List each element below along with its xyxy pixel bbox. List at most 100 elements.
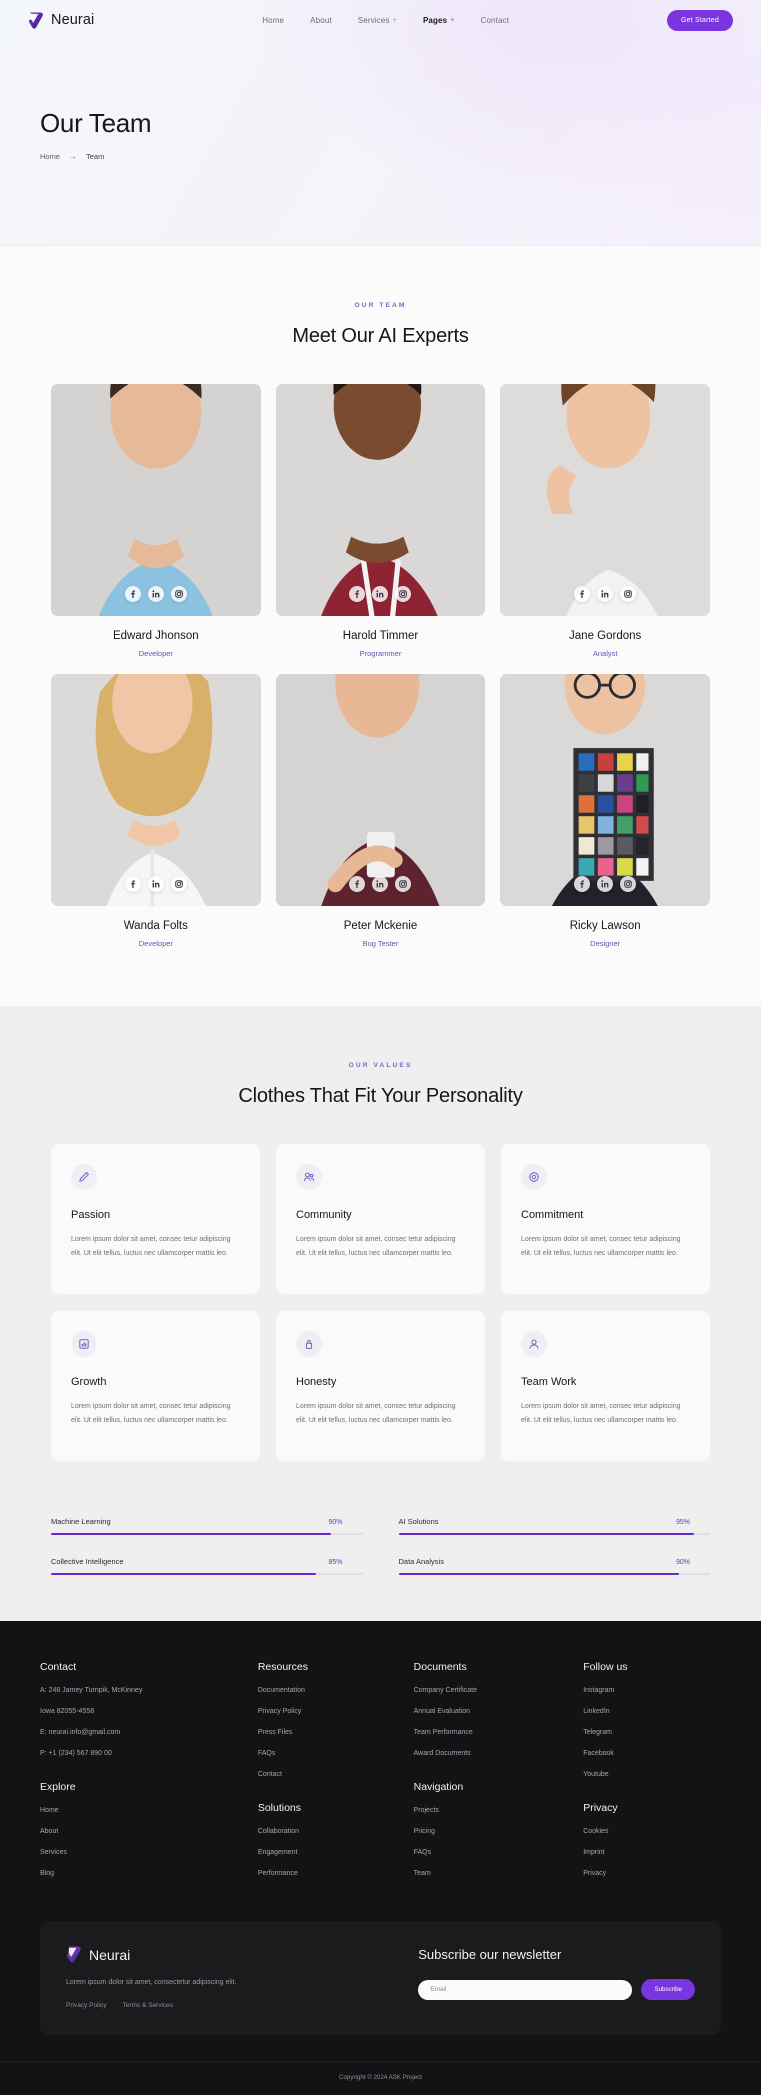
breadcrumb-current: Team	[86, 152, 105, 161]
footer-legal-privacy-policy[interactable]: Privacy Policy	[66, 2002, 106, 2009]
footer-link-privacy-policy[interactable]: Privacy Policy	[258, 1708, 396, 1715]
footer-link-company-certificate[interactable]: Company Certificate	[414, 1687, 566, 1694]
footer-link-pricing[interactable]: Pricing	[414, 1828, 566, 1835]
linkedin-icon[interactable]	[147, 876, 164, 892]
linkedin-icon[interactable]	[597, 586, 614, 602]
footer-link-annual-evaluation[interactable]: Annual Evaluation	[414, 1708, 566, 1715]
footer-link-about[interactable]: About	[40, 1828, 240, 1835]
skill-track	[398, 1533, 710, 1535]
page-root: Neurai Home About Services + Pages + Con…	[0, 0, 761, 2095]
skill-value: 90%	[675, 1559, 690, 1566]
skill-value: 85%	[328, 1559, 343, 1566]
team-member-card[interactable]: Ricky Lawson Designer	[500, 674, 710, 948]
footer-link-linkedin[interactable]: LinkedIn	[583, 1708, 721, 1715]
subscribe-button[interactable]: Subscribe	[641, 1979, 695, 2000]
team-member-role: Developer	[138, 649, 173, 658]
nav-item-about[interactable]: About	[310, 16, 332, 25]
footer-link-press-files[interactable]: Press Files	[258, 1729, 396, 1736]
footer-link-faqs[interactable]: FAQs	[258, 1750, 396, 1757]
team-member-card[interactable]: Wanda Folts Developer	[51, 674, 261, 948]
instagram-icon[interactable]	[395, 876, 412, 892]
values-section-title: Clothes That Fit Your Personality	[238, 1085, 523, 1107]
copyright-text: Copyright © 2024 ASK Project	[0, 2061, 761, 2095]
footer-link-team-performance[interactable]: Team Performance	[414, 1729, 566, 1736]
footer-link-privacy[interactable]: Privacy	[583, 1870, 721, 1877]
footer-link-instagram[interactable]: Instagram	[583, 1687, 721, 1694]
value-card-growth: Growth Lorem ipsum dolor sit amet, conse…	[51, 1311, 260, 1461]
value-card-honesty: Honesty Lorem ipsum dolor sit amet, cons…	[276, 1311, 485, 1461]
nav-item-services-label: Services	[357, 15, 390, 25]
instagram-icon[interactable]	[620, 876, 637, 892]
footer-brand[interactable]: Neurai	[66, 1945, 393, 1964]
footer-link-nav-faqs[interactable]: FAQs	[414, 1849, 566, 1856]
nav-item-pages[interactable]: Pages +	[423, 16, 455, 25]
nav-item-pages-label: Pages	[422, 15, 448, 25]
footer-legal-terms[interactable]: Terms & Services	[122, 2002, 173, 2009]
brand-logo-link[interactable]: Neurai	[28, 11, 94, 30]
skills-grid: Machine Learning 90% Collective Intellig…	[0, 1461, 761, 1575]
footer-link-services[interactable]: Services	[40, 1849, 240, 1856]
breadcrumb-home[interactable]: Home	[40, 152, 60, 161]
team-eyebrow: OUR TEAM	[354, 302, 407, 309]
facebook-icon[interactable]	[349, 876, 366, 892]
skill-fill	[398, 1573, 679, 1575]
value-card-commitment: Commitment Lorem ipsum dolor sit amet, c…	[501, 1144, 710, 1294]
linkedin-icon[interactable]	[597, 876, 614, 892]
value-title: Passion	[71, 1209, 111, 1221]
get-started-button[interactable]: Get Started	[667, 9, 733, 31]
team-member-photo	[275, 384, 486, 616]
email-input[interactable]	[418, 1979, 633, 2000]
linkedin-icon[interactable]	[147, 586, 164, 602]
footer-link-home[interactable]: Home	[40, 1807, 240, 1814]
team-member-card[interactable]: Harold Timmer Programmer	[275, 384, 486, 658]
team-member-card[interactable]: Edward Jhonson Developer	[51, 384, 261, 658]
team-member-card[interactable]: Jane Gordons Analyst	[500, 384, 710, 658]
team-member-role: Analyst	[592, 649, 618, 658]
footer-link-telegram[interactable]: Telegram	[583, 1729, 721, 1736]
nav-item-home[interactable]: Home	[262, 16, 284, 25]
facebook-icon[interactable]	[349, 586, 366, 602]
instagram-icon[interactable]	[170, 586, 187, 602]
footer-link-award-documents[interactable]: Award Documents	[414, 1750, 566, 1757]
team-member-role: Developer	[138, 939, 173, 948]
value-card-team-work: Team Work Lorem ipsum dolor sit amet, co…	[501, 1311, 710, 1461]
facebook-icon[interactable]	[574, 586, 591, 602]
nav-item-services[interactable]: Services +	[358, 16, 397, 25]
linkedin-icon[interactable]	[372, 586, 389, 602]
footer-link-contact[interactable]: Contact	[258, 1771, 396, 1778]
footer-link-facebook[interactable]: Facebook	[583, 1750, 721, 1757]
footer-link-blog[interactable]: Blog	[40, 1870, 240, 1877]
footer-link-youtube[interactable]: Youtube	[583, 1771, 721, 1778]
footer-contact-address-line1: A: 248 Jamey Turnpik, McKinney	[40, 1687, 143, 1694]
nav-item-contact[interactable]: Contact	[481, 16, 510, 25]
facebook-icon[interactable]	[124, 586, 141, 602]
hero-header: Neurai Home About Services + Pages + Con…	[0, 0, 761, 246]
footer-heading-follow-us: Follow us	[583, 1661, 628, 1673]
footer-link-cookies[interactable]: Cookies	[583, 1828, 721, 1835]
instagram-icon[interactable]	[395, 586, 412, 602]
value-title: Honesty	[296, 1376, 337, 1388]
skill-fill	[51, 1573, 316, 1575]
footer-link-collaboration[interactable]: Collaboration	[258, 1828, 396, 1835]
footer-link-performance[interactable]: Performance	[258, 1870, 396, 1877]
user-icon	[521, 1331, 547, 1357]
footer-column-follow: Follow us Instagram LinkedIn Telegram Fa…	[583, 1661, 721, 1891]
footer-link-documentation[interactable]: Documentation	[258, 1687, 396, 1694]
team-member-role: Programmer	[359, 649, 402, 658]
footer-link-team[interactable]: Team	[414, 1870, 566, 1877]
footer-contact-email: E: neurai.info@gmail.com	[40, 1729, 121, 1736]
gear-icon	[521, 1164, 547, 1190]
facebook-icon[interactable]	[124, 876, 141, 892]
instagram-icon[interactable]	[170, 876, 187, 892]
team-member-card[interactable]: Peter Mckenie Bug Tester	[275, 674, 486, 948]
value-text: Lorem ipsum dolor sit amet, consec tetur…	[296, 1403, 456, 1425]
facebook-icon[interactable]	[574, 876, 591, 892]
linkedin-icon[interactable]	[372, 876, 389, 892]
footer-link-imprint[interactable]: Imprint	[583, 1849, 721, 1856]
skill-track	[51, 1533, 363, 1535]
footer-link-engagement[interactable]: Engagement	[258, 1849, 396, 1856]
skill-collective-intelligence: Collective Intelligence 85%	[51, 1535, 363, 1575]
instagram-icon[interactable]	[620, 586, 637, 602]
skill-data-analysis: Data Analysis 90%	[398, 1535, 710, 1575]
footer-link-projects[interactable]: Projects	[414, 1807, 566, 1814]
